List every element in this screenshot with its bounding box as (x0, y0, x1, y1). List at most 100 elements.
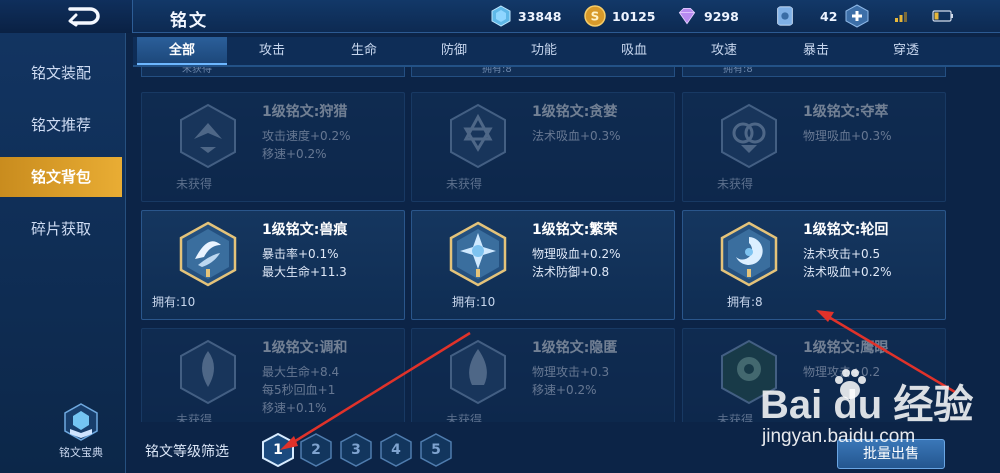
watermark-url: jingyan.baidu.com (762, 426, 916, 447)
rune-owned: 拥有:10 (452, 295, 496, 309)
rune-owned: 未获得 (446, 413, 483, 422)
rune-stat: 法术吸血+0.3% (532, 129, 621, 143)
level-number: 2 (311, 442, 321, 458)
rune-name: 1级铭文:夺萃 (803, 104, 889, 120)
level-filter-label: 铭文等级筛选 (145, 444, 229, 460)
level-number: 3 (351, 442, 361, 458)
rune-owned: 未获得 (446, 177, 483, 191)
rune-stat: 最大生命+8.4 (262, 365, 340, 379)
back-button[interactable] (0, 0, 133, 33)
rune-card[interactable]: 1级铭文:夺萃 物理吸血+0.3% 未获得 (682, 92, 946, 202)
level-filter-5[interactable]: 5 (419, 433, 453, 467)
gold-coin-icon: S (584, 5, 606, 27)
rune-stat: 暴击率+0.1% (262, 247, 339, 261)
rune-stat: 法术吸血+0.2% (803, 265, 892, 279)
top-bar: 铭文 33848 S 10125 9298 42 (0, 0, 1000, 33)
ticket-card-icon (777, 6, 793, 26)
rune-card[interactable]: 1级铭文:隐匿 物理攻击+0.3 移速+0.2% 未获得 (411, 328, 675, 422)
level-number: 4 (391, 442, 401, 458)
battery-icon (932, 10, 953, 22)
rune-card[interactable]: 1级铭文:兽痕 暴击率+0.1% 最大生命+11.3 拥有:10 (141, 210, 405, 320)
crystal-counter: 9298 (676, 5, 739, 27)
gold-counter: S 10125 (584, 5, 656, 27)
level-number: 5 (431, 442, 441, 458)
rune-card[interactable]: 1级铭文:轮回 法术攻击+0.5 法术吸血+0.2% 拥有:8 (682, 210, 946, 320)
rune-stat: 物理攻击+0.3 (532, 365, 610, 379)
rune-name: 1级铭文:轮回 (803, 222, 889, 238)
sidebar-item-rune-backpack[interactable]: 铭文背包 (0, 157, 122, 197)
level-filter-3[interactable]: 3 (339, 433, 373, 467)
rune-card[interactable]: 1级铭文:调和 最大生命+8.4 每5秒回血+1 移速+0.1% 未获得 (141, 328, 405, 422)
hunt-rune-icon (180, 103, 236, 169)
ticket-value: 42 (820, 8, 838, 24)
rune-stat: 最大生命+11.3 (262, 265, 347, 279)
plus-icon (845, 4, 869, 28)
rune-stat: 物理吸血+0.3% (803, 129, 892, 143)
samsara-rune-icon (720, 221, 778, 287)
tab-utility[interactable]: 功能 (499, 37, 589, 65)
rune-card[interactable]: 1级铭文:繁荣 物理吸血+0.2% 法术防御+0.8 拥有:10 (411, 210, 675, 320)
rune-stat: 攻击速度+0.2% (262, 129, 351, 143)
rune-name: 1级铭文:兽痕 (262, 222, 348, 238)
stealth-rune-icon (450, 339, 506, 405)
rune-owned: 未获得 (717, 413, 754, 422)
diamond-value: 33848 (518, 8, 562, 24)
level-number: 1 (273, 442, 283, 458)
rune-name: 1级铭文:繁荣 (532, 222, 618, 238)
tab-penetration[interactable]: 穿透 (861, 37, 951, 65)
page-title: 铭文 (170, 11, 208, 31)
harmony-rune-icon (180, 339, 236, 405)
tab-health[interactable]: 生命 (319, 37, 409, 65)
add-tickets-button[interactable] (844, 4, 870, 28)
tab-defense[interactable]: 防御 (409, 37, 499, 65)
watermark-brand: Bai du 经验 (760, 383, 974, 427)
rune-codex-icon (64, 403, 98, 441)
tab-crit[interactable]: 暴击 (771, 37, 861, 65)
tab-attack-speed[interactable]: 攻速 (679, 37, 769, 65)
category-tabs: 全部 攻击 生命 防御 功能 吸血 攻速 暴击 穿透 (133, 37, 1000, 67)
level-filter-2[interactable]: 2 (299, 433, 333, 467)
rune-name: 1级铭文:调和 (262, 340, 348, 356)
signal-icon (895, 12, 907, 22)
partial-card: 拥有:8 (682, 67, 946, 77)
ticket-counter: 42 (774, 5, 837, 27)
tab-all[interactable]: 全部 (137, 37, 227, 65)
rune-stat: 移速+0.2% (262, 147, 327, 161)
sidebar-item-rune-recommend[interactable]: 铭文推荐 (0, 105, 122, 145)
rune-name: 1级铭文:鹰眼 (803, 340, 889, 356)
rune-owned: 拥有:8 (727, 295, 763, 309)
rune-card[interactable]: 1级铭文:狩猎 攻击速度+0.2% 移速+0.2% 未获得 (141, 92, 405, 202)
rune-owned: 未获得 (176, 413, 213, 422)
diamond-icon (491, 5, 511, 27)
rune-card[interactable]: 1级铭文:贪婪 法术吸血+0.3% 未获得 (411, 92, 675, 202)
partial-card-owned: 拥有:8 (482, 67, 512, 75)
rune-stat: 移速+0.1% (262, 401, 327, 415)
tab-lifesteal[interactable]: 吸血 (589, 37, 679, 65)
partial-card: 拥有:8 (411, 67, 675, 77)
svg-text:S: S (591, 10, 600, 24)
rune-owned: 未获得 (176, 177, 213, 191)
rune-codex-button[interactable]: 铭文宝典 (46, 403, 116, 460)
level-filter-1[interactable]: 1 (261, 432, 295, 468)
tab-attack[interactable]: 攻击 (227, 37, 317, 65)
partial-card-owned: 拥有:8 (723, 67, 753, 75)
rune-stat: 每5秒回血+1 (262, 383, 336, 397)
level-filter-4[interactable]: 4 (379, 433, 413, 467)
back-arrow-icon (68, 7, 100, 27)
rune-name: 1级铭文:隐匿 (532, 340, 618, 356)
partial-card: 未获得 (141, 67, 405, 77)
sidebar-item-rune-loadout[interactable]: 铭文装配 (0, 53, 122, 93)
baidu-watermark: Bai du 经验 jingyan.baidu.com (760, 362, 980, 462)
rune-name: 1级铭文:贪婪 (532, 104, 618, 120)
rune-stat: 物理吸血+0.2% (532, 247, 621, 261)
crystal-value: 9298 (704, 8, 739, 24)
gold-value: 10125 (612, 8, 656, 24)
sidebar-item-shard-acquire[interactable]: 碎片获取 (0, 209, 122, 249)
partial-card-owned: 未获得 (182, 67, 212, 75)
rune-name: 1级铭文:狩猎 (262, 104, 348, 120)
rune-codex-label: 铭文宝典 (59, 446, 103, 459)
rune-stat: 法术攻击+0.5 (803, 247, 881, 261)
rune-stat: 法术防御+0.8 (532, 265, 610, 279)
rune-owned: 未获得 (717, 177, 754, 191)
diamond-counter: 33848 (490, 5, 562, 27)
